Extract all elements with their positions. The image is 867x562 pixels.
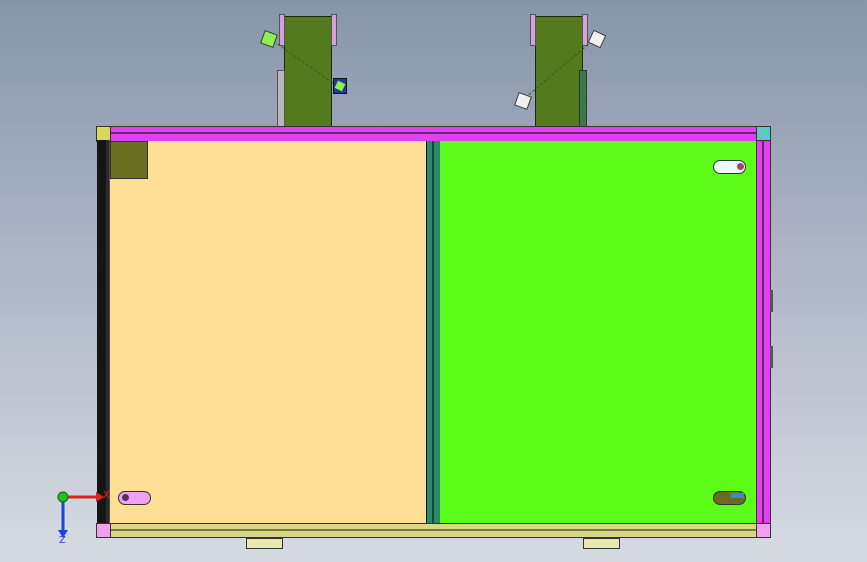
handle-icon (737, 163, 744, 170)
corner-bracket-icon (96, 126, 111, 141)
frame-top-rail-line (110, 132, 758, 134)
foot-bracket-icon[interactable] (246, 538, 283, 549)
frame-right-tab (770, 290, 773, 312)
panel-left[interactable] (110, 141, 427, 524)
cad-viewport[interactable]: X Z (0, 0, 867, 562)
panel-left-corner-block (110, 141, 148, 179)
foot-bracket-icon[interactable] (583, 538, 620, 549)
handle-icon (731, 493, 744, 498)
triad-x-label: X (103, 490, 110, 501)
panel-right[interactable] (440, 141, 756, 524)
triad-z-label: Z (59, 535, 66, 544)
frame-top-rail[interactable] (96, 126, 771, 142)
panel-divider-line (432, 141, 434, 524)
coordinate-triad-icon: X Z (57, 490, 110, 544)
corner-bracket-icon (756, 523, 771, 538)
frame-right-tab (770, 346, 773, 368)
corner-bracket-icon (756, 126, 771, 141)
frame-right-rail-line (762, 140, 764, 524)
frame-bottom-rail-line (110, 529, 756, 531)
handle-icon (122, 494, 129, 501)
